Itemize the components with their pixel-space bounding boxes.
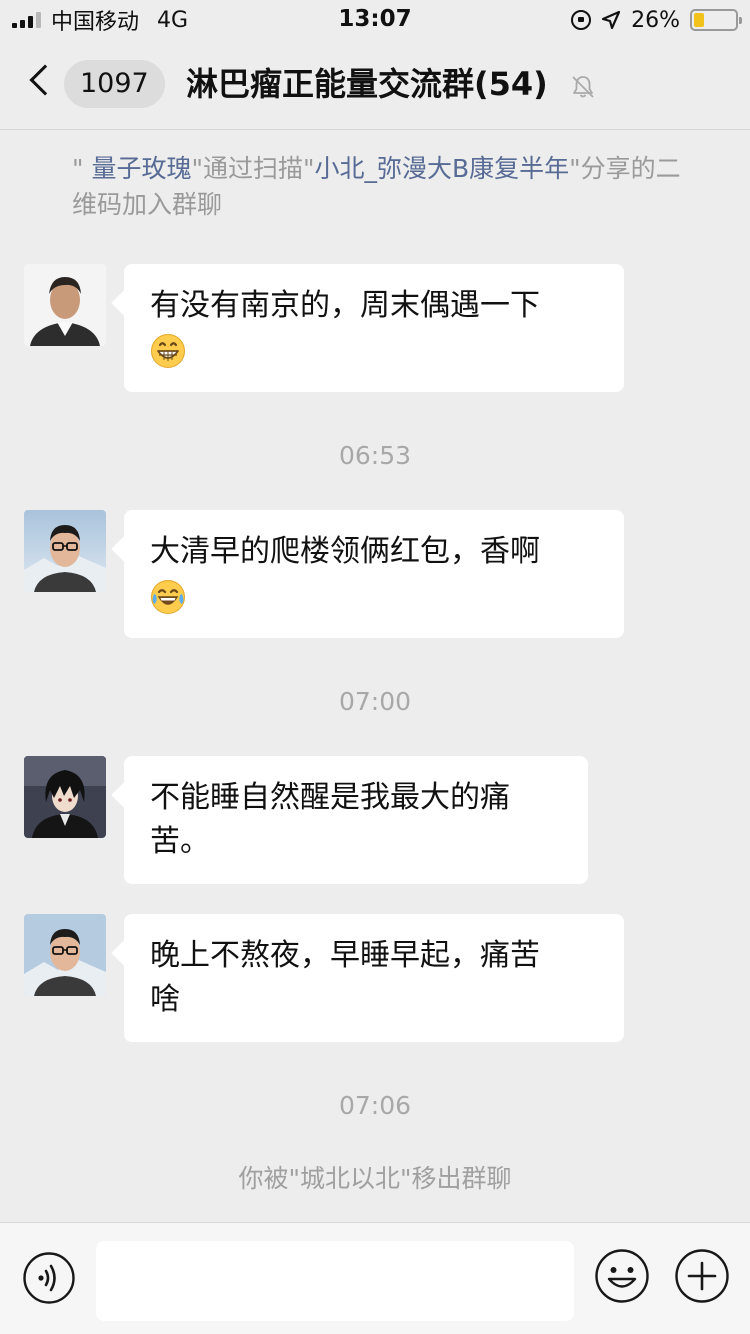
voice-input-icon[interactable] (22, 1251, 76, 1305)
message-bubble[interactable]: 有没有南京的，周末偶遇一下 (124, 264, 624, 392)
member-link-2[interactable]: 小北_弥漫大B康复半年 (314, 154, 569, 183)
removed-from-group-notice: 你被"城北以北"移出群聊 (238, 1164, 512, 1193)
avatar[interactable] (24, 264, 106, 346)
rotation-lock-icon (571, 10, 592, 30)
join-notice-quote: " (72, 154, 84, 183)
more-actions-plus-icon[interactable] (674, 1248, 730, 1304)
message-text: 有没有南京的，周末偶遇一下 (150, 288, 540, 323)
message-bubble[interactable]: 晚上不熬夜，早睡早起，痛苦 啥 (124, 914, 624, 1042)
avatar[interactable] (24, 914, 106, 996)
message-text-line-1: 晚上不熬夜，早睡早起，痛苦 (150, 938, 540, 973)
avatar-glasses-man-photo (24, 914, 106, 996)
member-link-1[interactable]: 量子玫瑰 (91, 154, 191, 183)
chat-header: 1097 淋巴瘤正能量交流群(54) (0, 40, 750, 130)
status-right: 26% (571, 6, 742, 34)
message-text-line-2: 苦。 (150, 824, 210, 859)
message-input[interactable] (96, 1241, 574, 1321)
avatar-glasses-man-photo (24, 510, 106, 592)
battery-level-fill (694, 13, 705, 27)
emoji-picker-icon[interactable] (594, 1248, 650, 1304)
grin-emoji-icon (151, 333, 185, 368)
message-list[interactable]: " 量子玫瑰"通过扫描"小北_弥漫大B康复半年"分享的二维码加入群聊 有没有南京… (0, 131, 750, 1221)
join-notice: " 量子玫瑰"通过扫描"小北_弥漫大B康复半年"分享的二维码加入群聊 (72, 151, 692, 223)
tears-of-joy-emoji-icon (151, 579, 185, 614)
avatar-anime-character (24, 756, 106, 838)
message-text-line-2: 啥 (150, 982, 180, 1017)
status-bar: 中国移动 4G 13:07 26% (0, 0, 750, 40)
muted-bell-icon (572, 76, 594, 98)
timestamp: 07:00 (338, 687, 412, 716)
message-text-line-1: 不能睡自然醒是我最大的痛 (150, 780, 510, 815)
timestamp: 07:06 (338, 1091, 412, 1120)
battery-percent: 26% (631, 7, 680, 33)
message-bubble[interactable]: 不能睡自然醒是我最大的痛 苦。 (124, 756, 588, 884)
battery-icon (690, 9, 742, 31)
avatar-man-photo (24, 264, 106, 346)
message-text: 大清早的爬楼领俩红包，香啊 (150, 534, 540, 569)
back-chevron-icon[interactable] (29, 64, 61, 96)
input-toolbar (0, 1222, 750, 1334)
avatar[interactable] (24, 510, 106, 592)
location-arrow-icon (601, 10, 621, 30)
avatar[interactable] (24, 756, 106, 838)
back-unread-badge[interactable]: 1097 (64, 60, 165, 108)
join-notice-text-1: "通过扫描" (191, 154, 315, 183)
timestamp: 06:53 (338, 441, 412, 470)
page-title: 淋巴瘤正能量交流群(54) (186, 65, 548, 103)
message-bubble[interactable]: 大清早的爬楼领俩红包，香啊 (124, 510, 624, 638)
